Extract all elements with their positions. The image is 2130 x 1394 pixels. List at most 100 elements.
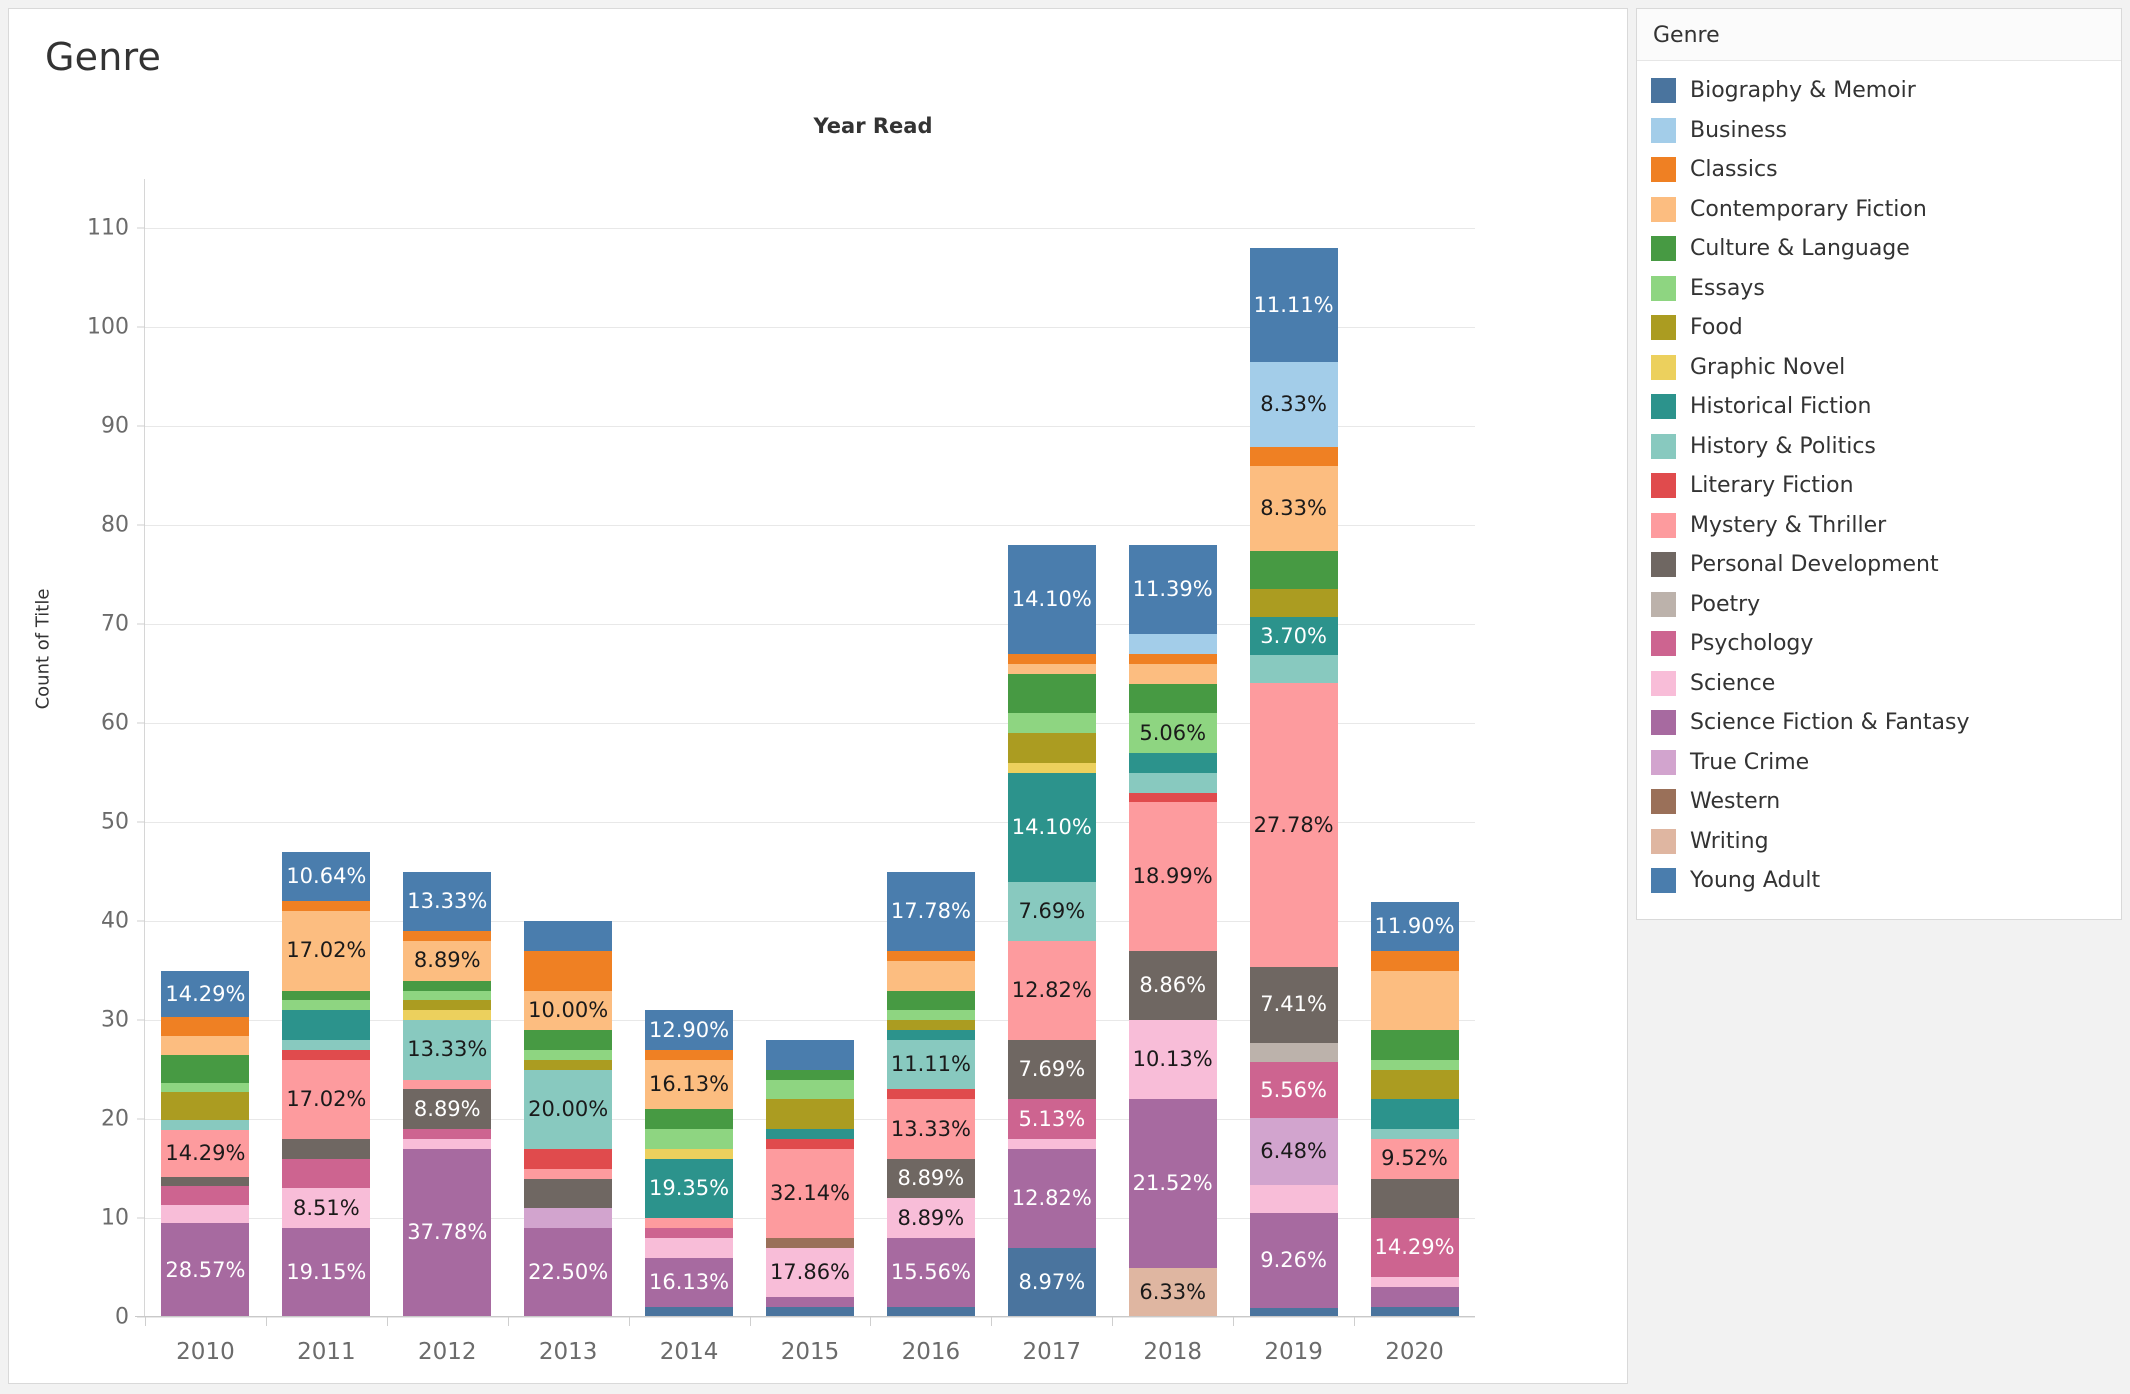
bar-segment[interactable] (161, 1036, 250, 1055)
bar-segment[interactable] (1007, 1138, 1096, 1149)
bar-segment[interactable] (1370, 1129, 1459, 1139)
x-tick-label-2011[interactable]: 2011 (266, 1339, 387, 1365)
legend-item-true-crime[interactable]: True Crime (1651, 743, 2121, 783)
bar-segment[interactable] (1249, 654, 1338, 684)
bar-segment[interactable] (1370, 950, 1459, 971)
bar-segment[interactable]: 8.89% (403, 941, 492, 981)
bar-segment[interactable]: 11.11% (886, 1039, 975, 1090)
bar-segment[interactable]: 17.02% (282, 911, 371, 991)
bar-stack[interactable]: 17.86% 32.14% (765, 1040, 854, 1317)
bar-segment[interactable] (282, 1010, 371, 1040)
bar-segment[interactable] (403, 931, 492, 942)
bar-segment[interactable]: 17.78% (886, 871, 975, 951)
bar-segment[interactable]: 18.99% (1128, 802, 1217, 951)
bar-segment[interactable]: 8.89% (886, 1198, 975, 1238)
bar-segment[interactable] (765, 1040, 854, 1070)
bar-segment[interactable]: 32.14% (765, 1148, 854, 1238)
bar-segment[interactable]: 11.11% (1249, 248, 1338, 362)
bar-segment[interactable] (1128, 683, 1217, 714)
bar-segment[interactable] (282, 901, 371, 912)
bar-segment[interactable] (282, 1158, 371, 1189)
bar-segment[interactable] (645, 1218, 734, 1228)
bar-stack[interactable]: 37.78% 8.89% 13.33% 8.89% 13.33% (403, 871, 492, 1317)
bar-segment[interactable] (1007, 673, 1096, 714)
bar-segment[interactable] (161, 1092, 250, 1121)
bar-segment[interactable] (1249, 1042, 1338, 1062)
bar-stack[interactable]: 8.97% 12.82% 5.13% 7.69% 12.82% 7.69% 14.10% 14… (1007, 545, 1096, 1317)
bar-stack[interactable]: 9.26% 6.48% 5.56% 7.41% 27.78% 3.70% 8.33% 8.33… (1249, 248, 1338, 1317)
bar-segment[interactable] (645, 1227, 734, 1238)
bar-segment[interactable] (403, 980, 492, 991)
x-tick-label-2010[interactable]: 2010 (145, 1339, 266, 1365)
bar-segment[interactable]: 10.00% (524, 990, 613, 1031)
legend-item-essays[interactable]: Essays (1651, 269, 2121, 309)
bar-segment[interactable]: 8.97% (1007, 1247, 1096, 1317)
legend-item-biography-memoir[interactable]: Biography & Memoir (1651, 71, 2121, 111)
bar-segment[interactable] (403, 1138, 492, 1149)
bar-segment[interactable]: 8.33% (1249, 465, 1338, 551)
legend-item-science[interactable]: Science (1651, 664, 2121, 704)
bar-segment[interactable] (1128, 792, 1217, 803)
bar-stack[interactable]: 16.13% 19.35% 16.13% 12.90% (645, 1010, 734, 1317)
bar-segment[interactable]: 9.26% (1249, 1212, 1338, 1308)
bar-segment[interactable] (1370, 1178, 1459, 1219)
bar-segment[interactable]: 6.33% (1128, 1267, 1217, 1317)
bar-segment[interactable]: 14.10% (1007, 772, 1096, 882)
bar-segment[interactable]: 27.78% (1249, 683, 1338, 968)
bar-segment[interactable]: 14.10% (1007, 545, 1096, 655)
bar-segment[interactable] (1128, 772, 1217, 793)
bar-segment[interactable] (1370, 1069, 1459, 1100)
bar-segment[interactable] (765, 1297, 854, 1308)
bar-segment[interactable] (1128, 654, 1217, 664)
bar-segment[interactable] (161, 1204, 250, 1224)
bar-segment[interactable] (524, 1030, 613, 1050)
legend-item-science-fiction-fantasy[interactable]: Science Fiction & Fantasy (1651, 703, 2121, 743)
bar-segment[interactable]: 12.90% (645, 1010, 734, 1050)
bar-segment[interactable] (1007, 654, 1096, 664)
bar-segment[interactable]: 10.64% (282, 852, 371, 902)
bar-segment[interactable] (403, 1079, 492, 1090)
bar-stack[interactable]: 22.50% 20.00% 10.00% (524, 921, 613, 1317)
bar-segment[interactable] (886, 1010, 975, 1021)
bar-segment[interactable] (886, 1089, 975, 1100)
bar-segment[interactable]: 12.82% (1007, 941, 1096, 1040)
bar-segment[interactable] (161, 1054, 250, 1083)
bar-segment[interactable] (1128, 663, 1217, 684)
x-tick-label-2013[interactable]: 2013 (508, 1339, 629, 1365)
bar-segment[interactable]: 12.82% (1007, 1148, 1096, 1248)
bar-segment[interactable]: 14.29% (1370, 1218, 1459, 1278)
bar-segment[interactable]: 21.52% (1128, 1099, 1217, 1268)
bar-segment[interactable] (524, 921, 613, 951)
bar-segment[interactable] (1007, 762, 1096, 773)
bar-stack[interactable]: 19.15% 8.51% 17.02% 17.02% 10.64% (282, 852, 371, 1317)
bar-segment[interactable] (524, 1049, 613, 1060)
bar-segment[interactable]: 3.70% (1249, 617, 1338, 655)
bar-segment[interactable] (1370, 1277, 1459, 1288)
legend-item-graphic-novel[interactable]: Graphic Novel (1651, 348, 2121, 388)
bar-segment[interactable]: 8.89% (403, 1089, 492, 1129)
bar-segment[interactable] (765, 1129, 854, 1139)
legend-item-business[interactable]: Business (1651, 111, 2121, 151)
bar-segment[interactable] (1249, 1184, 1338, 1213)
bar-segment[interactable]: 8.51% (282, 1188, 371, 1228)
legend-item-western[interactable]: Western (1651, 782, 2121, 822)
bar-segment[interactable]: 6.48% (1249, 1118, 1338, 1185)
bar-stack[interactable]: 6.33% 21.52% 10.13% 8.86% 18.99% 5.06% 11.39% (1128, 535, 1217, 1317)
bar-segment[interactable]: 5.56% (1249, 1061, 1338, 1119)
bar-segment[interactable] (1249, 446, 1338, 466)
bar-segment[interactable] (886, 1020, 975, 1031)
bar-segment[interactable]: 13.33% (886, 1099, 975, 1159)
x-tick-label-2016[interactable]: 2016 (870, 1339, 991, 1365)
bar-segment[interactable] (886, 950, 975, 961)
bar-segment[interactable]: 8.86% (1128, 950, 1217, 1021)
bar-segment[interactable] (1370, 1059, 1459, 1070)
bar-segment[interactable]: 16.13% (645, 1059, 734, 1110)
bar-segment[interactable]: 5.13% (1007, 1099, 1096, 1139)
legend-item-classics[interactable]: Classics (1651, 150, 2121, 190)
bar-segment[interactable]: 13.33% (403, 1020, 492, 1080)
legend-item-writing[interactable]: Writing (1651, 822, 2121, 862)
bar-segment[interactable] (886, 960, 975, 991)
bar-segment[interactable] (161, 1120, 250, 1130)
bar-segment[interactable]: 19.15% (282, 1227, 371, 1317)
bar-segment[interactable]: 19.35% (645, 1158, 734, 1219)
